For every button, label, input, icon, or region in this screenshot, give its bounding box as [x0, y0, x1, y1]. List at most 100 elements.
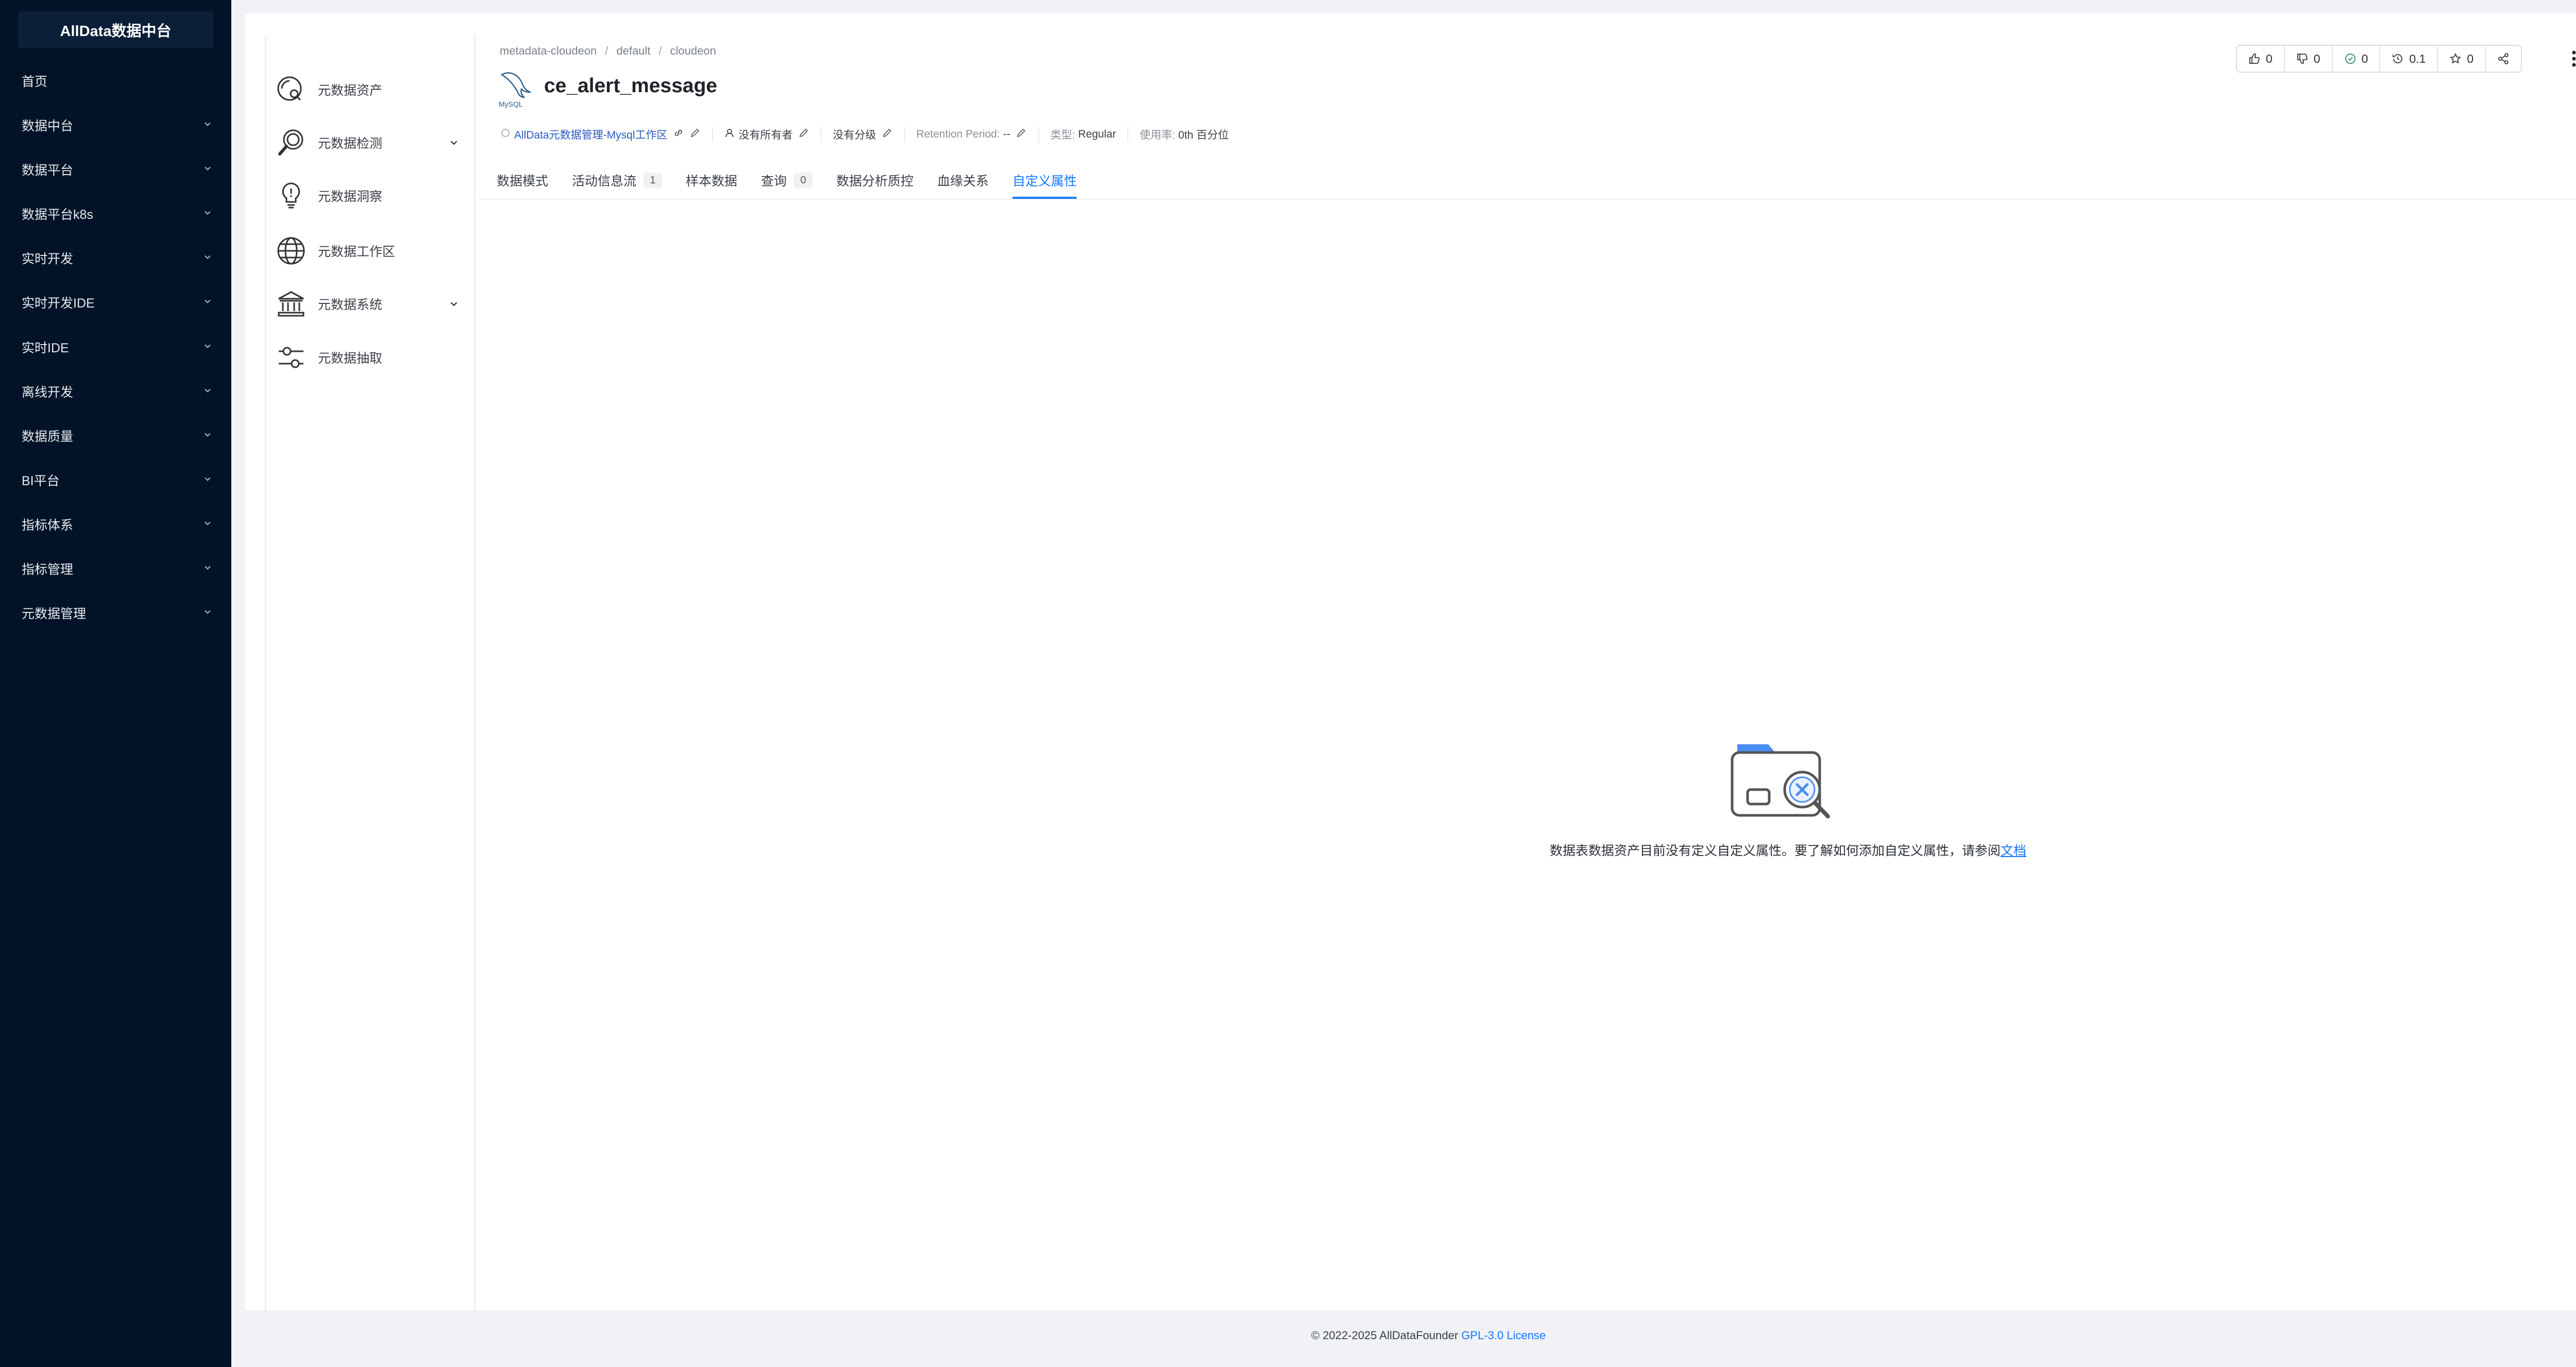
- subnav-item-metadata-detection[interactable]: 元数据检测: [266, 119, 474, 166]
- breadcrumb-separator: /: [658, 44, 662, 57]
- license-link[interactable]: GPL-3.0 License: [1461, 1329, 1546, 1342]
- sidebar-item-metric-system[interactable]: 指标体系: [0, 502, 231, 546]
- sidebar-item-realtime-dev[interactable]: 实时开发: [0, 236, 231, 280]
- sidebar-item-realtime-dev-ide[interactable]: 实时开发IDE: [0, 280, 231, 324]
- retention-group: Retention Period: --: [917, 127, 1039, 142]
- like-button[interactable]: 0: [2237, 46, 2285, 72]
- chevron-down-icon: [449, 299, 459, 311]
- sidebar-item-realtime-ide[interactable]: 实时IDE: [0, 325, 231, 369]
- sidebar-item-metric-management[interactable]: 指标管理: [0, 546, 231, 591]
- more-options-button[interactable]: [2564, 46, 2576, 72]
- tab-divider: [478, 199, 2576, 200]
- thumbs-down-icon: [2297, 54, 2308, 64]
- sidebar-item-label: 实时开发IDE: [22, 296, 95, 311]
- chevron-down-icon: [204, 164, 212, 173]
- type-label: 类型:: [1050, 129, 1075, 141]
- sidebar-item-offline-dev[interactable]: 离线开发: [0, 369, 231, 414]
- tab-label: 数据分析质控: [836, 174, 914, 189]
- edit-tier-icon[interactable]: [882, 127, 893, 142]
- subnav-item-metadata-system[interactable]: 元数据系统: [266, 281, 474, 327]
- content-panel: 元数据资产 元数据检测 元数据洞察 元数据工作区 元数据系统 元数据抽取 met…: [245, 14, 2576, 1312]
- sidebar-item-label: 元数据管理: [22, 607, 87, 621]
- sidebar-item-metadata-management[interactable]: 元数据管理: [0, 591, 231, 635]
- magnifier-icon: [276, 127, 307, 158]
- share-button[interactable]: [2486, 46, 2521, 72]
- usage-label: 使用率:: [1140, 129, 1176, 141]
- tab-profiler-quality[interactable]: 数据分析质控: [836, 162, 913, 199]
- chevron-down-icon: [204, 342, 212, 350]
- sidebar-item-data-platform-k8s[interactable]: 数据平台k8s: [0, 192, 231, 236]
- sidebar-item-label: BI平台: [22, 474, 60, 488]
- version-button[interactable]: 0.1: [2380, 46, 2438, 72]
- retention-value: --: [1003, 128, 1010, 140]
- footer-copyright: © 2022-2025 AllDataFounder: [1311, 1329, 1459, 1342]
- tab-label: 样本数据: [686, 174, 738, 189]
- owner-group: 没有所有者: [724, 127, 822, 142]
- sidebar-item-data-center[interactable]: 数据中台: [0, 103, 231, 147]
- link-icon[interactable]: [673, 127, 684, 142]
- sidebar-item-label: 数据中台: [22, 119, 74, 133]
- subnav-item-metadata-extraction[interactable]: 元数据抽取: [266, 334, 474, 381]
- bank-icon: [276, 288, 307, 319]
- tab-count-badge: 1: [643, 173, 663, 188]
- sidebar-item-label: 数据平台: [22, 163, 74, 178]
- dislike-count: 0: [2313, 52, 2320, 65]
- subnav-item-label: 元数据洞察: [318, 190, 383, 204]
- dislike-button[interactable]: 0: [2285, 46, 2333, 72]
- sidebar-item-bi-platform[interactable]: BI平台: [0, 458, 231, 502]
- tab-queries[interactable]: 查询 0: [761, 162, 813, 199]
- retention-label: Retention Period:: [916, 128, 1000, 140]
- breadcrumb-database[interactable]: default: [616, 44, 650, 58]
- edit-icon[interactable]: [689, 127, 701, 142]
- tab-schema[interactable]: 数据模式: [497, 162, 548, 199]
- subnav-item-metadata-assets[interactable]: 元数据资产: [266, 66, 474, 113]
- check-circle-icon: [2345, 54, 2355, 64]
- sidebar-item-data-quality[interactable]: 数据质量: [0, 414, 231, 458]
- tab-lineage[interactable]: 血缘关系: [937, 162, 989, 199]
- task-button[interactable]: 0: [2333, 46, 2381, 72]
- edit-retention-icon[interactable]: [1015, 127, 1027, 142]
- tier-group: 没有分级: [833, 127, 905, 142]
- empty-state-message: 数据表数据资产目前没有定义自定义属性。要了解如何添加自定义属性，请参阅文档: [1550, 841, 2026, 859]
- sidebar-item-label: 指标管理: [22, 562, 74, 577]
- chevron-down-icon: [204, 120, 212, 128]
- breadcrumb-separator: /: [605, 44, 608, 57]
- docs-link[interactable]: 文档: [2001, 844, 2026, 858]
- sidebar-item-data-platform[interactable]: 数据平台: [0, 147, 231, 192]
- mysql-logo-text: MySQL: [499, 100, 523, 108]
- sidebar-item-label: 指标体系: [22, 518, 74, 533]
- chevron-down-icon: [204, 209, 212, 217]
- follow-count: 0: [2467, 52, 2474, 65]
- chevron-down-icon: [449, 138, 459, 150]
- sidebar-item-label: 实时IDE: [22, 341, 69, 355]
- breadcrumb: metadata-cloudeon / default / cloudeon: [500, 43, 716, 59]
- brand[interactable]: AllData数据中台: [0, 11, 231, 48]
- subnav-item-metadata-workspace[interactable]: 元数据工作区: [266, 228, 474, 274]
- domain-circle-icon: [501, 128, 510, 141]
- sidebar-item-home[interactable]: 首页: [0, 59, 231, 103]
- tab-label: 自定义属性: [1012, 174, 1077, 189]
- brand-title[interactable]: AllData数据中台: [18, 11, 214, 48]
- domain-link[interactable]: AllData元数据管理-Mysql工作区: [514, 127, 668, 142]
- mysql-logo-icon: MySQL: [498, 69, 535, 110]
- tab-custom-properties[interactable]: 自定义属性: [1012, 162, 1077, 199]
- empty-state-text: 数据表数据资产目前没有定义自定义属性。要了解如何添加自定义属性，请参阅: [1550, 844, 2001, 858]
- breadcrumb-service[interactable]: metadata-cloudeon: [500, 44, 597, 58]
- follow-button[interactable]: 0: [2438, 46, 2486, 72]
- type-value: Regular: [1078, 128, 1116, 140]
- sidebar-item-label: 数据平台k8s: [22, 208, 93, 222]
- breadcrumb-schema[interactable]: cloudeon: [670, 44, 716, 58]
- metadata-subnav: 元数据资产 元数据检测 元数据洞察 元数据工作区 元数据系统 元数据抽取: [265, 35, 476, 1312]
- like-count: 0: [2266, 52, 2273, 65]
- share-icon: [2498, 53, 2509, 64]
- empty-folder-illustration: [1727, 739, 1840, 822]
- edit-owner-icon[interactable]: [798, 127, 809, 142]
- tab-activity-feed[interactable]: 活动信息流 1: [572, 162, 663, 199]
- globe-icon: [276, 235, 307, 266]
- lightbulb-icon: [276, 180, 307, 211]
- tab-sample-data[interactable]: 样本数据: [686, 162, 737, 199]
- main-sidebar: AllData数据中台 首页 数据中台 数据平台 数据平台k8s 实时开发 实时…: [0, 0, 231, 1367]
- tab-label: 活动信息流: [572, 174, 637, 189]
- subnav-item-metadata-insight[interactable]: 元数据洞察: [266, 173, 474, 219]
- subnav-item-label: 元数据抽取: [318, 351, 383, 366]
